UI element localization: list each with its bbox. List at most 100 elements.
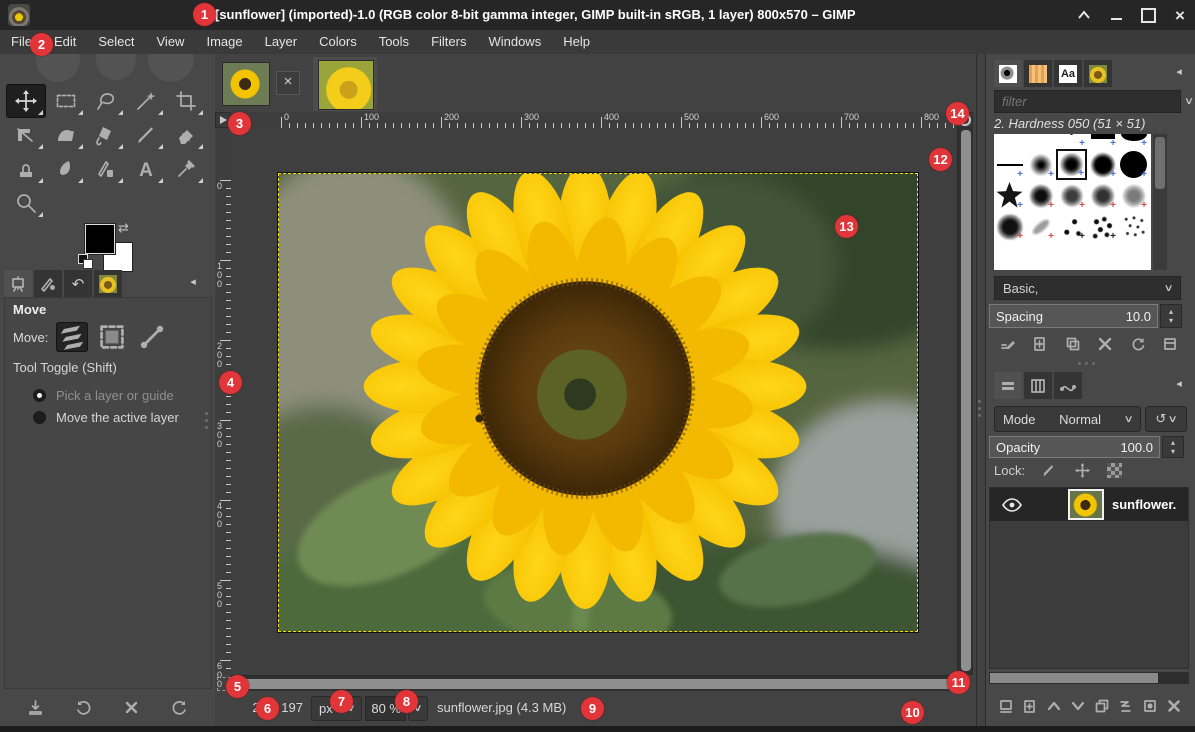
layer-mode-dropdown[interactable]: Mode Normal ∨ [994,406,1141,432]
swap-colors-icon[interactable]: ⇄ [118,220,129,236]
brush-scrollbar-thumb[interactable] [1155,137,1165,189]
spacing-spinner[interactable]: ▴ ▾ [1160,304,1182,328]
tool-free-select[interactable] [86,84,126,118]
tool-bucket-fill[interactable] [86,118,126,152]
brush-cell[interactable]: + [1087,180,1118,211]
new-layer-group-button[interactable] [1018,694,1042,718]
minimize-button[interactable] [1107,6,1125,24]
h-ruler[interactable]: 0 100 200 300 400 500 600 700 800 [231,112,957,128]
tool-clone[interactable] [6,152,46,186]
tool-warp-transform[interactable] [46,118,86,152]
dock-splitter[interactable] [977,54,985,726]
sunflower-photo[interactable] [279,174,917,631]
tab-patterns[interactable] [1024,60,1052,87]
tool-ink[interactable] [86,152,126,186]
close-image-icon[interactable]: × [276,71,300,95]
menu-tools[interactable]: Tools [368,30,420,54]
new-layer-button[interactable] [994,694,1018,718]
move-layer-button[interactable] [56,322,89,352]
vertical-scrollbar[interactable] [957,128,973,675]
mode-switch-button[interactable]: ↺ ∨ [1145,406,1187,432]
visibility-eye-icon[interactable] [1002,497,1022,512]
dock-divider-handle[interactable] [1078,362,1095,365]
radio-move-active[interactable]: Move the active layer [33,410,179,425]
tool-rectangle-select[interactable] [46,84,86,118]
menu-colors[interactable]: Colors [308,30,368,54]
brush-tag-dropdown[interactable]: Basic, ∨ [994,276,1181,300]
brush-cell[interactable]: + [1118,149,1149,180]
move-path-button[interactable] [136,322,168,352]
collapse-dock-icon[interactable]: ◂ [186,275,200,289]
brush-cell[interactable] [1025,134,1056,149]
horizontal-scrollbar[interactable] [231,675,957,691]
radio-pick-layer[interactable]: Pick a layer or guide [33,388,174,403]
canvas-viewport[interactable] [231,128,957,675]
brush-cell[interactable]: + [1118,134,1149,149]
duplicate-brush-button[interactable] [1061,332,1085,356]
tab-undo-history[interactable]: ↶ [64,270,92,297]
opacity-slider[interactable]: Opacity 100.0 [989,436,1160,458]
splitter-handle[interactable] [978,400,981,417]
brush-cell[interactable]: + [1118,180,1149,211]
opacity-spinner[interactable]: ▴ ▾ [1162,436,1184,458]
foreground-color-swatch[interactable] [84,223,116,255]
brush-cell[interactable] [994,134,1025,149]
horizontal-scrollbar-thumb[interactable] [233,679,951,689]
tab-device-status[interactable] [34,270,62,297]
brush-cell[interactable]: + [994,180,1025,211]
menu-filters[interactable]: Filters [420,30,477,54]
lock-position-icon[interactable] [1074,462,1091,479]
layer-list-scrollbar[interactable] [989,672,1189,684]
image-tab-sunflower[interactable] [222,62,270,106]
brush-cell-selected[interactable]: + [1056,149,1087,180]
delete-layer-button[interactable] [1162,694,1186,718]
delete-brush-button[interactable] [1093,332,1117,356]
reset-tool-options-button[interactable] [166,695,192,719]
lower-layer-button[interactable] [1066,694,1090,718]
brush-cell[interactable]: + [1056,134,1087,149]
tab-layers[interactable] [994,372,1022,399]
layer-scrollbar-thumb[interactable] [990,673,1158,683]
brush-cell[interactable]: + [1025,149,1056,180]
tab-tool-options[interactable] [4,270,32,297]
new-brush-button[interactable] [1028,332,1052,356]
menu-layer[interactable]: Layer [254,30,309,54]
v-ruler[interactable]: 01 0 02 0 03 0 04 0 05 0 06 0 0 [215,128,231,689]
brush-cell[interactable]: + [994,149,1025,180]
brush-filter-input[interactable] [995,94,1187,109]
restore-tool-preset-button[interactable] [71,695,97,719]
menu-windows[interactable]: Windows [477,30,552,54]
menu-image[interactable]: Image [195,30,253,54]
default-colors-icon[interactable] [78,254,93,269]
tab-navigation[interactable] [94,270,122,297]
tool-unified-transform[interactable] [6,118,46,152]
dock-resize-handle[interactable] [205,412,208,429]
move-selection-button[interactable] [96,322,128,352]
raise-layer-button[interactable] [1042,694,1066,718]
refresh-brushes-button[interactable] [1126,332,1150,356]
collapse-dock-icon[interactable]: ◂ [1172,65,1186,79]
image-tab-closeup[interactable] [313,57,377,111]
close-button[interactable]: × [1171,6,1189,24]
brush-cell[interactable]: + [994,211,1025,242]
collapse-dock-icon[interactable]: ◂ [1172,377,1186,391]
brush-cell[interactable]: + [1025,180,1056,211]
tool-zoom[interactable] [6,186,46,220]
save-tool-preset-button[interactable] [23,695,49,719]
tab-paths[interactable] [1054,372,1082,399]
lock-alpha-icon[interactable] [1107,463,1123,478]
brush-cell[interactable]: + [1055,179,1088,212]
edit-brush-button[interactable] [996,332,1020,356]
lock-pixels-icon[interactable] [1041,462,1058,479]
vertical-scrollbar-thumb[interactable] [961,130,971,671]
brush-cell[interactable] [1118,211,1149,242]
open-brush-as-image-button[interactable] [1158,332,1182,356]
tool-smudge[interactable] [46,152,86,186]
menu-view[interactable]: View [146,30,196,54]
tool-move[interactable] [6,84,46,118]
tool-crop[interactable] [166,84,206,118]
brush-cell[interactable]: + [1087,134,1118,149]
menu-help[interactable]: Help [552,30,601,54]
brush-cell[interactable]: + [1056,211,1087,242]
delete-tool-preset-button[interactable] [118,695,144,719]
